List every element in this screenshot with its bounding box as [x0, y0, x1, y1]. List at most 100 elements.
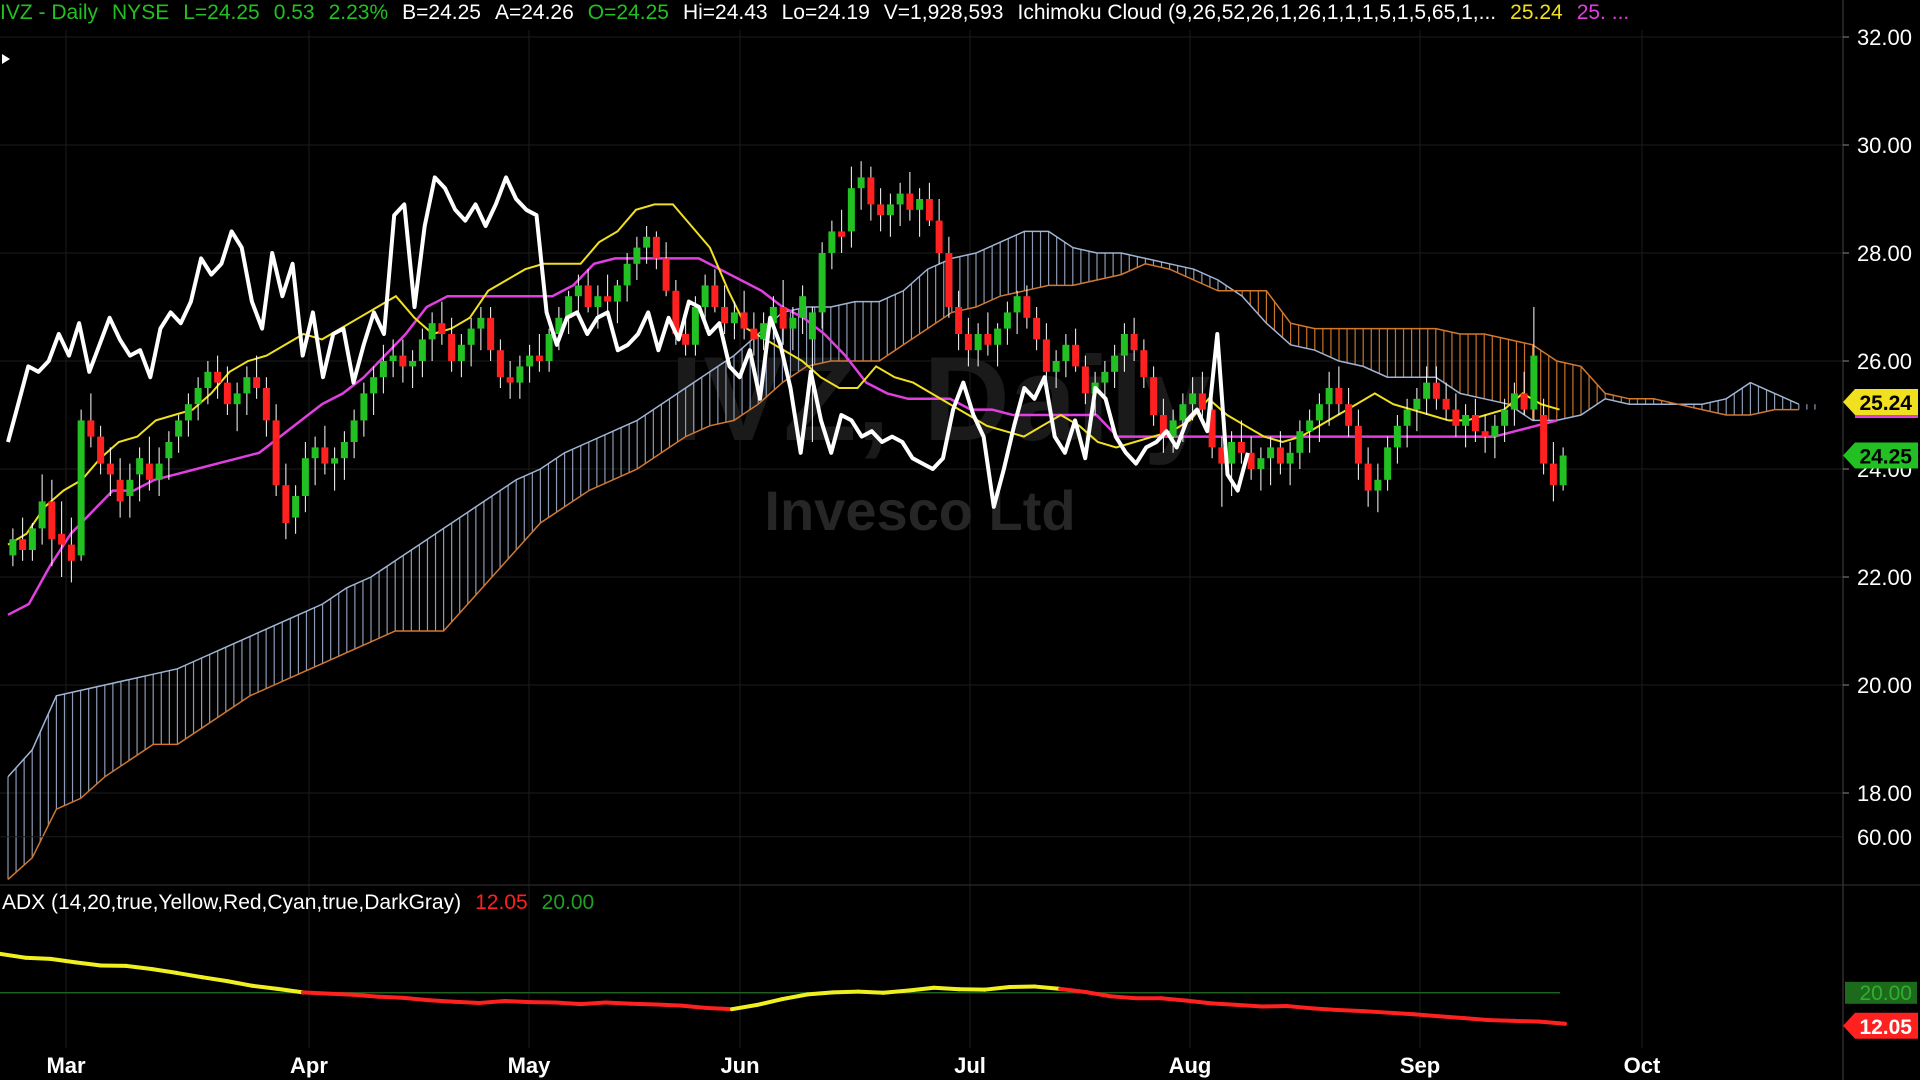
candle-body: [1393, 425, 1401, 448]
candle-body: [1130, 334, 1138, 351]
adx-label[interactable]: ADX (14,20,true,Yellow,Red,Cyan,true,Dar…: [2, 891, 461, 914]
candle-body: [818, 253, 826, 313]
candle: [1559, 447, 1567, 491]
ichimoku-price-tag: 25.24: [1843, 389, 1918, 416]
candle-body: [1520, 393, 1528, 410]
open-price: O=24.25: [587, 1, 669, 24]
candle: [906, 172, 914, 221]
candle: [409, 350, 417, 388]
adx-threshold-tag: 20.00: [1845, 981, 1917, 1005]
candle: [613, 280, 621, 324]
price-tick-label: 20.00: [1857, 673, 1912, 698]
candle-body: [1354, 425, 1362, 464]
candle-body: [1237, 442, 1245, 453]
candle-body: [974, 334, 982, 351]
adx-segment: [174, 970, 204, 980]
adx-segment: [1032, 984, 1063, 991]
candle: [633, 236, 641, 280]
candle: [253, 355, 261, 399]
candle-body: [58, 533, 66, 545]
candle-body: [1510, 393, 1518, 410]
adx-segment: [275, 986, 305, 995]
candle: [945, 236, 953, 318]
candle: [272, 404, 280, 496]
candle: [526, 344, 534, 383]
candle-body: [516, 366, 524, 383]
candle-body: [808, 312, 816, 340]
candle-body: [1072, 344, 1080, 367]
candle-body: [116, 479, 124, 502]
candle: [828, 220, 836, 270]
candle: [438, 301, 446, 345]
low-price: Lo=24.19: [781, 1, 870, 24]
candle-body: [1462, 415, 1470, 426]
candle: [1267, 436, 1275, 486]
adx-segment: [1487, 1018, 1517, 1023]
candle: [1345, 388, 1353, 437]
candle-body: [594, 296, 602, 307]
candle: [623, 253, 631, 302]
candle-body: [1549, 463, 1557, 486]
adx-segment: [300, 990, 331, 996]
candle: [165, 431, 173, 480]
candle-body: [467, 328, 475, 345]
candle: [652, 231, 660, 270]
chart-header: IVZ - Daily NYSE L=24.25 0.53 2.23% B=24.25 A=…: [0, 0, 1643, 26]
candle: [1374, 463, 1382, 513]
candle-body: [740, 312, 748, 329]
indicator-label[interactable]: Ichimoku Cloud (9,26,52,26,1,26,1,1,1,5,…: [1017, 1, 1496, 24]
adx-segment: [502, 998, 533, 1005]
candle-body: [623, 263, 631, 286]
candle-body: [730, 312, 738, 324]
candle-body: [331, 458, 339, 464]
adx-segment: [1184, 998, 1214, 1006]
candle-body: [935, 220, 943, 253]
candle: [487, 307, 495, 361]
candle: [282, 463, 290, 540]
candle-body: [28, 528, 36, 550]
candle: [477, 307, 485, 351]
candle: [1452, 393, 1460, 437]
candle-body: [1111, 355, 1119, 372]
adx-segment: [780, 992, 810, 1002]
candle-body: [750, 328, 758, 340]
last-price-tag-text: 24.25: [1859, 446, 1912, 469]
candle: [896, 182, 904, 226]
adx-segment: [1386, 1010, 1416, 1017]
candle-body: [1013, 296, 1021, 313]
candle-body: [886, 204, 894, 216]
candle-body: [409, 361, 417, 367]
candle-body: [604, 296, 612, 302]
candle-body: [223, 382, 231, 405]
candle: [516, 355, 524, 399]
adx-segment: [730, 1002, 760, 1012]
adx-segment: [452, 999, 482, 1005]
candle: [711, 269, 719, 313]
candle: [925, 182, 933, 226]
price-tick-label: 22.00: [1857, 565, 1912, 590]
candle-body: [1491, 425, 1499, 437]
candle-body: [38, 501, 46, 529]
candle: [935, 199, 943, 264]
adx-segment: [427, 998, 457, 1004]
candle-body: [97, 436, 105, 464]
candle-body: [165, 442, 173, 459]
symbol-label[interactable]: IVZ - Daily: [0, 1, 98, 24]
candle-body: [204, 371, 212, 388]
candle: [818, 242, 826, 329]
adx-segment: [48, 956, 78, 965]
chart-canvas[interactable]: IVZ, DailyInvesco Ltd32.0030.0028.0026.0…: [0, 0, 1920, 1080]
candle: [418, 328, 426, 378]
candle: [1442, 382, 1450, 421]
candle: [87, 393, 95, 448]
candle-body: [682, 334, 690, 345]
candle-body: [1267, 447, 1275, 459]
candle-body: [1062, 344, 1070, 361]
adx-header: ADX (14,20,true,Yellow,Red,Cyan,true,Dar…: [2, 890, 608, 916]
candle-body: [828, 231, 836, 253]
candle-body: [1364, 463, 1372, 491]
candle-body: [1345, 404, 1353, 426]
candle: [1257, 447, 1265, 491]
adx-segment: [629, 1001, 659, 1007]
candle: [1315, 393, 1323, 442]
